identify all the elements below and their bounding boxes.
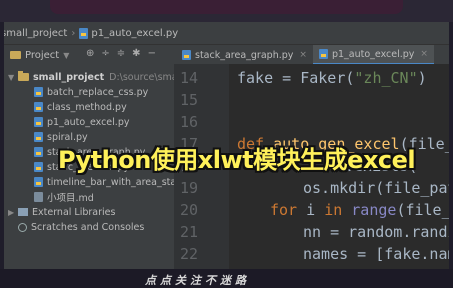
python-file-icon	[182, 50, 191, 60]
code-line-19: os.mkdir(file_path	[303, 179, 449, 197]
close-icon[interactable]: ×	[299, 50, 307, 60]
tree-external-libraries[interactable]: ▶ External Libraries	[8, 205, 115, 219]
markdown-file-icon	[34, 192, 43, 202]
code-line-14: fake = Faker("zh_CN")	[237, 69, 427, 87]
close-icon[interactable]: ×	[420, 49, 428, 59]
code-line-22: names = [fake.name	[303, 245, 449, 263]
tab-label: p1_auto_excel.py	[331, 48, 415, 60]
tab-stack-area-graph[interactable]: stack_area_graph.py ×	[176, 45, 313, 65]
breadcrumb-file[interactable]: p1_auto_excel.py	[91, 28, 178, 39]
line-number: 21	[179, 223, 198, 241]
tree-item-label: class_method.py	[47, 101, 127, 113]
top-accent	[50, 0, 403, 14]
line-number: 14	[179, 69, 198, 87]
folder-icon	[18, 71, 29, 81]
python-file-icon	[318, 49, 328, 59]
tree-root[interactable]: ▼ small_project D:\source\small_p	[8, 70, 174, 84]
line-number: 16	[179, 113, 198, 131]
chevron-down-icon: ▼	[63, 50, 70, 60]
tab-p1-auto-excel[interactable]: p1_auto_excel.py ×	[312, 45, 434, 65]
python-file-icon	[34, 102, 43, 112]
video-title-overlay: Python使用xlwt模块生成excel	[58, 146, 416, 174]
project-dropdown-label: Project	[25, 49, 60, 61]
line-number: 22	[179, 245, 198, 263]
tree-root-path: D:\source\small_p	[109, 71, 174, 83]
folder-icon	[10, 51, 21, 59]
tab-label: stack_area_graph.py	[195, 49, 294, 61]
toolbar: Project ▼ ⊕ ÷ ≑ ✱ − stack_area_graph.py …	[4, 44, 449, 66]
code-line-21: nn = random.randin	[303, 223, 449, 241]
python-file-icon	[34, 87, 43, 97]
python-file-icon	[34, 117, 43, 127]
video-frame: small_project › p1_auto_excel.py Project…	[0, 0, 453, 288]
minus-icon[interactable]: −	[148, 48, 156, 59]
tree-item[interactable]: class_method.py	[34, 100, 127, 114]
python-file-icon	[34, 162, 43, 172]
python-file-icon	[34, 132, 43, 142]
tree-root-label: small_project	[33, 71, 105, 83]
toolbar-icons: ⊕ ÷ ≑ ✱ −	[86, 48, 156, 59]
bottom-caption: 点点关注不迷路	[145, 274, 250, 287]
tree-scratches[interactable]: Scratches and Consoles	[18, 220, 144, 234]
scratches-icon	[18, 222, 27, 232]
chevron-down-icon: ▼	[8, 72, 15, 82]
tree-item[interactable]: batch_replace_css.py	[34, 85, 148, 99]
tree-item[interactable]: p1_auto_excel.py	[34, 115, 129, 129]
tree-item[interactable]: 小项目.md	[34, 190, 94, 204]
library-icon	[18, 208, 28, 216]
add-icon[interactable]: ⊕	[86, 48, 94, 59]
tree-item-label: p1_auto_excel.py	[47, 116, 130, 128]
project-view-dropdown[interactable]: Project ▼	[10, 48, 69, 62]
tree-item-label: 小项目.md	[47, 193, 94, 204]
line-number: 19	[179, 179, 198, 197]
line-number: 20	[179, 201, 198, 219]
split-icon[interactable]: ÷	[101, 48, 109, 59]
tree-item-label: timeline_bar_with_area_stack	[47, 176, 174, 188]
python-file-icon	[79, 27, 89, 39]
python-file-icon	[34, 177, 43, 187]
chevron-right-icon: ›	[71, 27, 76, 39]
chevron-right-icon: ▶	[8, 207, 15, 217]
bottom-bar: 点点关注不迷路	[0, 269, 453, 288]
gear-icon[interactable]: ✱	[132, 48, 140, 59]
scratches-label: Scratches and Consoles	[31, 221, 145, 233]
tree-item[interactable]: timeline_bar_with_area_stack	[34, 175, 174, 189]
collapse-icon[interactable]: ≑	[117, 48, 125, 59]
external-libraries-label: External Libraries	[32, 206, 116, 218]
code-line-20: for i in range(file_n)	[270, 201, 449, 219]
top-strip	[0, 0, 453, 22]
python-file-icon	[34, 147, 43, 157]
editor-tabs: stack_area_graph.py × p1_auto_excel.py ×	[176, 45, 434, 65]
breadcrumb: small_project › p1_auto_excel.py	[4, 22, 449, 44]
breadcrumb-project[interactable]: small_project	[4, 28, 67, 39]
tree-item-label: batch_replace_css.py	[47, 86, 149, 98]
line-number: 15	[179, 91, 198, 109]
